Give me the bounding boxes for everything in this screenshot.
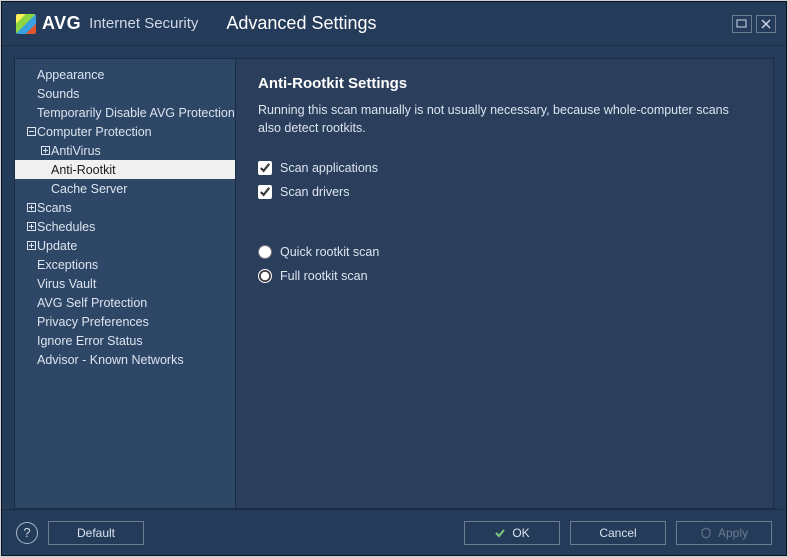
sidebar-item-label: Sounds [37,87,79,101]
brand-subtitle: Internet Security [89,15,198,32]
close-icon [761,19,771,29]
question-icon: ? [23,525,30,540]
sidebar-item-label: Scans [37,201,72,215]
sidebar-item-virus-vault[interactable]: Virus Vault [15,274,235,293]
sidebar-item-label: Schedules [37,220,95,234]
ok-label: OK [512,526,529,540]
sidebar-item-anti-rootkit[interactable]: Anti-Rootkit [15,160,235,179]
collapse-icon[interactable] [25,127,37,136]
check-icon [494,527,506,539]
restore-icon [736,19,748,29]
cancel-button[interactable]: Cancel [570,521,666,545]
sidebar-item-advisor-known-networks[interactable]: Advisor - Known Networks [15,350,235,369]
expand-icon[interactable] [25,203,37,212]
sidebar-item-appearance[interactable]: Appearance [15,65,235,84]
titlebar: AVG Internet Security Advanced Settings [2,2,786,46]
minimize-button[interactable] [732,15,752,33]
sidebar-item-label: Update [37,239,77,253]
sidebar-item-label: AntiVirus [51,144,101,158]
default-button[interactable]: Default [48,521,144,545]
sidebar-item-label: Virus Vault [37,277,96,291]
radio-label: Full rootkit scan [280,269,368,283]
checkbox-input[interactable] [258,185,272,199]
sidebar-item-label: Anti-Rootkit [51,163,116,177]
radio-input[interactable] [258,269,272,283]
apply-label: Apply [718,526,748,540]
checkbox-label: Scan drivers [280,185,349,199]
sidebar-item-sounds[interactable]: Sounds [15,84,235,103]
sidebar-item-avg-self-protection[interactable]: AVG Self Protection [15,293,235,312]
brand-text: AVG [42,13,81,34]
sidebar-item-privacy-preferences[interactable]: Privacy Preferences [15,312,235,331]
apply-button[interactable]: Apply [676,521,772,545]
ok-button[interactable]: OK [464,521,560,545]
sidebar-tree: Appearance Sounds Temporarily Disable AVG … [14,58,236,509]
sidebar-item-computer-protection[interactable]: Computer Protection [15,122,235,141]
sidebar-item-label: Cache Server [51,182,127,196]
sidebar-item-label: Appearance [37,68,104,82]
radio-group: Quick rootkit scan Full rootkit scan [258,245,751,283]
logo: AVG Internet Security [16,13,198,34]
sidebar-item-antivirus[interactable]: AntiVirus [15,141,235,160]
checkbox-scan-drivers[interactable]: Scan drivers [258,185,751,199]
expand-icon[interactable] [39,146,51,155]
sidebar-item-label: AVG Self Protection [37,296,147,310]
sidebar-item-label: Privacy Preferences [37,315,149,329]
window-controls [732,15,776,33]
expand-icon[interactable] [25,222,37,231]
sidebar-item-scans[interactable]: Scans [15,198,235,217]
content-description: Running this scan manually is not usuall… [258,102,751,137]
sidebar-item-update[interactable]: Update [15,236,235,255]
close-button[interactable] [756,15,776,33]
sidebar-item-label: Exceptions [37,258,98,272]
checkbox-scan-applications[interactable]: Scan applications [258,161,751,175]
radio-quick-rootkit-scan[interactable]: Quick rootkit scan [258,245,751,259]
avg-logo-icon [16,14,36,34]
sidebar-item-cache-server[interactable]: Cache Server [15,179,235,198]
radio-full-rootkit-scan[interactable]: Full rootkit scan [258,269,751,283]
help-button[interactable]: ? [16,522,38,544]
sidebar-item-schedules[interactable]: Schedules [15,217,235,236]
shield-icon [700,527,712,539]
radio-label: Quick rootkit scan [280,245,379,259]
sidebar-item-label: Advisor - Known Networks [37,353,184,367]
content-panel: Anti-Rootkit Settings Running this scan … [236,58,774,509]
sidebar-item-label: Temporarily Disable AVG Protection [37,106,235,120]
checkbox-label: Scan applications [280,161,378,175]
expand-icon[interactable] [25,241,37,250]
body: Appearance Sounds Temporarily Disable AVG … [2,46,786,509]
radio-input[interactable] [258,245,272,259]
sidebar-item-ignore-error-status[interactable]: Ignore Error Status [15,331,235,350]
sidebar-item-label: Ignore Error Status [37,334,143,348]
bottom-bar: ? Default OK Cancel Apply [2,509,786,555]
sidebar-item-exceptions[interactable]: Exceptions [15,255,235,274]
checkbox-group: Scan applications Scan drivers [258,161,751,199]
checkbox-input[interactable] [258,161,272,175]
content-heading: Anti-Rootkit Settings [258,75,751,92]
sidebar-item-temporarily-disable-avg-protection[interactable]: Temporarily Disable AVG Protection [15,103,235,122]
settings-window: AVG Internet Security Advanced Settings … [1,1,787,556]
page-title: Advanced Settings [226,13,376,34]
sidebar-item-label: Computer Protection [37,125,152,139]
